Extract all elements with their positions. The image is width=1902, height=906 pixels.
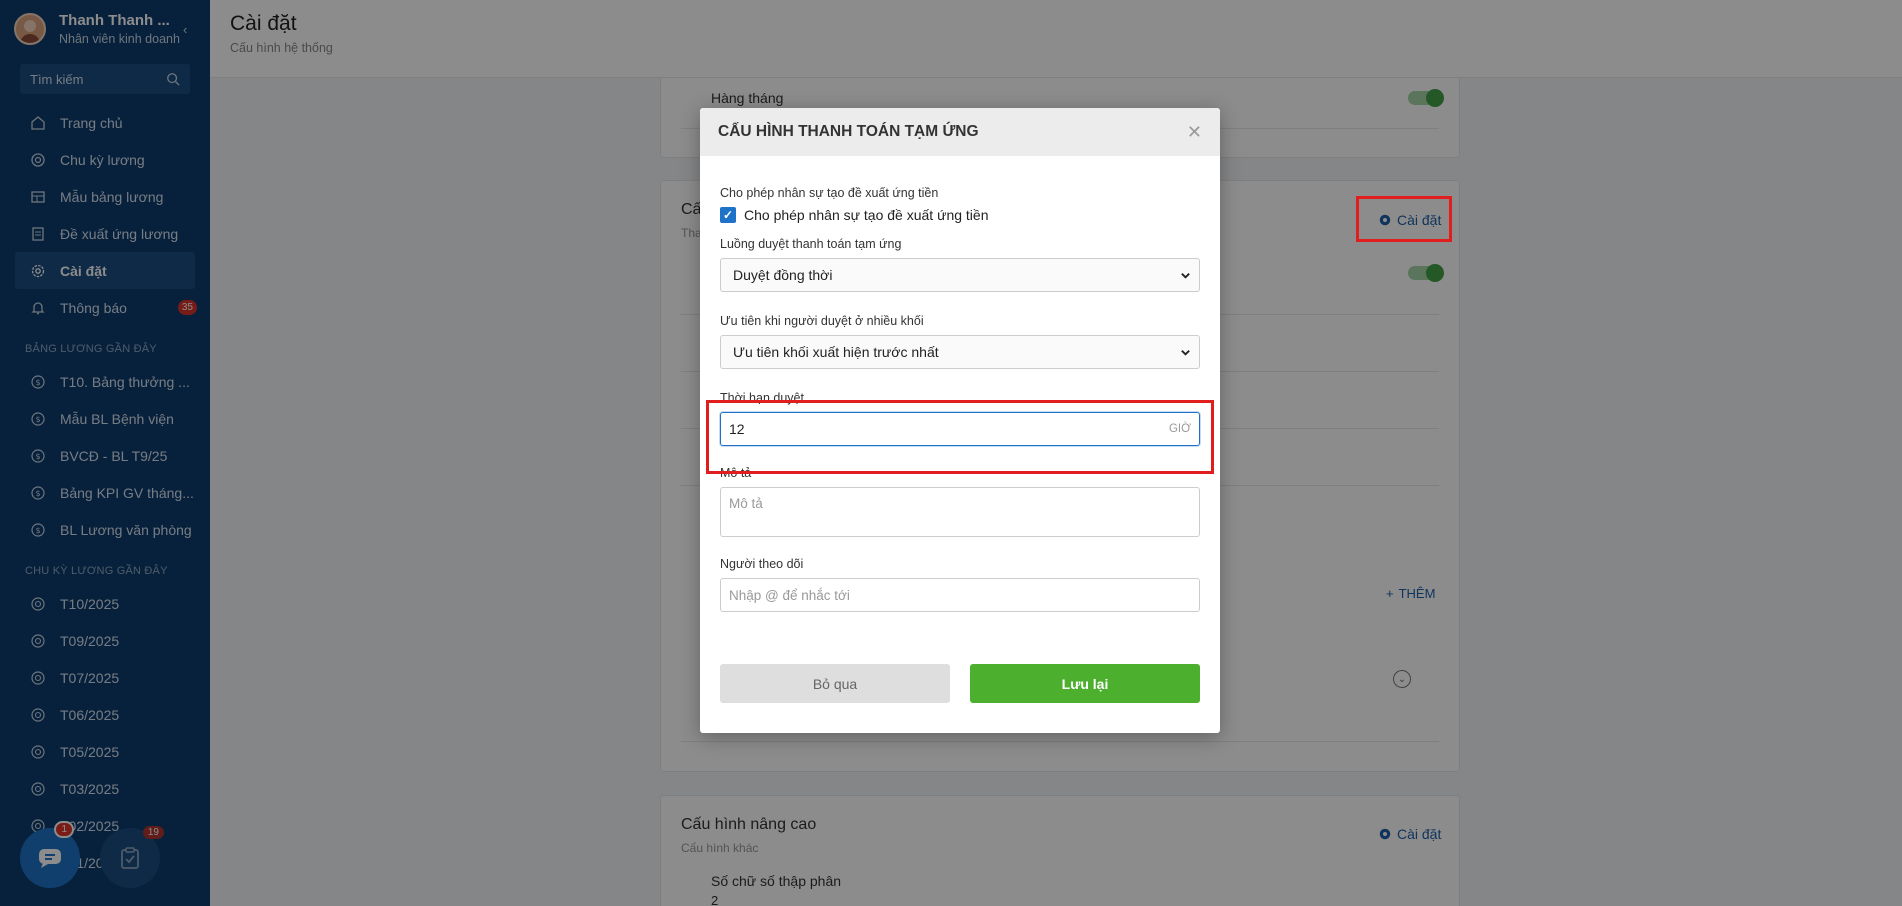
priority-select[interactable]: Ưu tiên khối xuất hiện trước nhất [720,335,1200,369]
allow-checkbox-label: Cho phép nhân sự tạo đề xuất ứng tiền [744,207,989,223]
modal-footer: Bỏ qua Lưu lại [720,664,1200,703]
chevron-down-icon [1181,272,1190,279]
allow-label: Cho phép nhân sự tạo đề xuất ứng tiền [720,186,939,200]
priority-label: Ưu tiên khi người duyệt ở nhiều khối [720,314,924,328]
modal-header: CẤU HÌNH THANH TOÁN TẠM ỨNG ✕ [700,108,1220,156]
cancel-button[interactable]: Bỏ qua [720,664,950,703]
follower-input[interactable]: Nhập @ để nhắc tới [720,578,1200,612]
modal-body: Cho phép nhân sự tạo đề xuất ứng tiền ✓ … [700,156,1220,612]
highlight-box-settings [1356,196,1452,242]
follower-label: Người theo dõi [720,557,804,571]
save-button[interactable]: Lưu lại [970,664,1200,703]
modal-title: CẤU HÌNH THANH TOÁN TẠM ỨNG [718,123,979,140]
description-textarea[interactable]: Mô tả [720,487,1200,537]
allow-checkbox[interactable]: ✓ [720,207,736,223]
chevron-down-icon [1181,349,1190,356]
highlight-box-deadline [706,400,1214,474]
approval-flow-select[interactable]: Duyệt đồng thời [720,258,1200,292]
close-icon[interactable]: ✕ [1187,122,1202,143]
flow-label: Luồng duyệt thanh toán tạm ứng [720,237,902,251]
allow-checkbox-row[interactable]: ✓ Cho phép nhân sự tạo đề xuất ứng tiền [720,207,1200,223]
